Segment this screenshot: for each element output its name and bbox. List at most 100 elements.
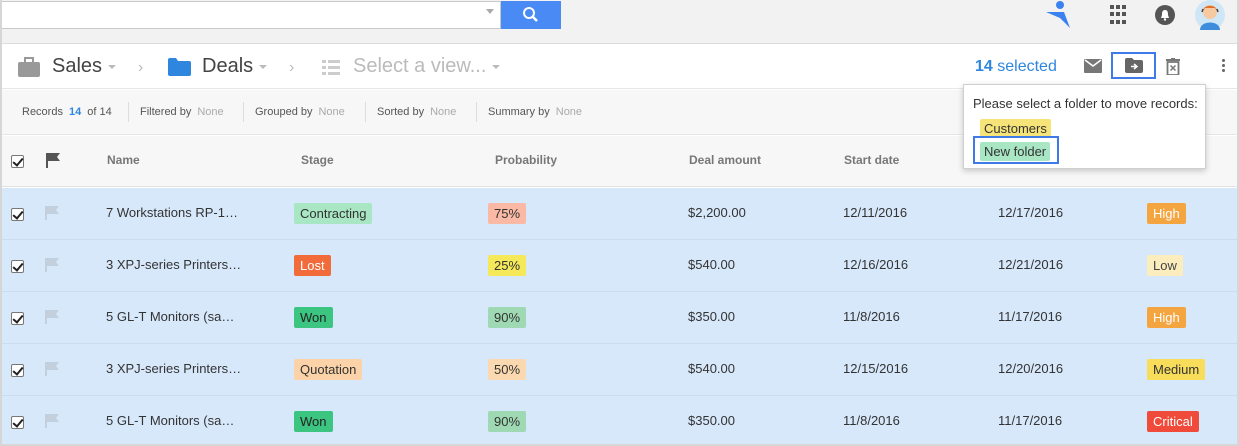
search-input[interactable]	[2, 1, 501, 29]
breadcrumb: Sales › Deals › Select a view... 14 sele…	[2, 45, 1237, 89]
divider	[128, 102, 129, 122]
table-row[interactable]: 3 XPJ-series Printers… Quotation 50% $54…	[2, 344, 1237, 396]
records-total: of 14	[87, 106, 112, 118]
probability-badge: 75%	[488, 203, 527, 224]
records-count: Records 14 of 14	[22, 106, 112, 118]
filtered-by-value: None	[197, 106, 224, 118]
deal-amount: $2,200.00	[688, 205, 746, 220]
apps-grid-icon[interactable]	[1110, 5, 1130, 25]
selected-count-label: selected	[997, 58, 1057, 75]
end-date: 11/17/2016	[998, 309, 1063, 324]
table-row[interactable]: 5 GL-T Monitors (sa… Won 90% $350.00 11/…	[2, 292, 1237, 344]
briefcase-icon	[18, 57, 40, 77]
stage-badge: Won	[294, 307, 333, 328]
sorted-by-value: None	[430, 106, 457, 118]
probability-badge: 90%	[488, 307, 527, 328]
flag-icon[interactable]	[45, 206, 59, 220]
delete-icon	[1166, 57, 1180, 75]
search-icon	[523, 7, 538, 22]
end-date: 11/17/2016	[998, 413, 1063, 428]
summary-by[interactable]: Summary by None	[488, 106, 582, 118]
priority-badge: Medium	[1147, 359, 1206, 380]
probability-badge: 25%	[488, 255, 527, 276]
folder-icon	[168, 58, 191, 76]
priority-badge: Low	[1147, 255, 1183, 276]
summary-by-value: None	[555, 106, 583, 118]
priority-badge: High	[1147, 203, 1186, 224]
divider	[365, 102, 366, 122]
search-dropdown-caret-icon[interactable]	[486, 9, 494, 14]
start-date: 12/11/2016	[843, 205, 908, 220]
grouped-by[interactable]: Grouped by None	[255, 106, 345, 118]
summary-by-label: Summary by	[488, 106, 550, 118]
flag-icon[interactable]	[45, 258, 59, 272]
deal-amount: $540.00	[688, 361, 735, 376]
select-all-checkbox[interactable]	[11, 155, 24, 168]
deal-name[interactable]: 5 GL-T Monitors (sa…	[106, 309, 234, 324]
grouped-by-label: Grouped by	[255, 106, 313, 118]
breadcrumb-sales-label: Sales	[52, 55, 103, 77]
filtered-by-label: Filtered by	[140, 106, 192, 118]
column-header-start-date[interactable]: Start date	[844, 153, 899, 167]
breadcrumb-deals[interactable]: Deals	[202, 55, 268, 78]
breadcrumb-sales[interactable]: Sales	[52, 55, 117, 78]
user-avatar[interactable]	[1195, 0, 1225, 30]
stage-badge: Contracting	[294, 203, 373, 224]
row-checkbox[interactable]	[11, 260, 24, 273]
deal-name[interactable]: 5 GL-T Monitors (sa…	[106, 413, 234, 428]
brand-logo-icon[interactable]	[1044, 0, 1076, 30]
move-to-folder-button[interactable]	[1111, 52, 1156, 79]
divider	[476, 102, 477, 122]
stage-badge: Won	[294, 411, 333, 432]
move-to-folder-icon	[1124, 58, 1143, 73]
row-checkbox[interactable]	[11, 312, 24, 325]
breadcrumb-deals-label: Deals	[202, 55, 254, 77]
sorted-by[interactable]: Sorted by None	[377, 106, 456, 118]
send-mail-button[interactable]	[1078, 53, 1108, 79]
flag-icon[interactable]	[45, 414, 59, 428]
delete-button[interactable]	[1158, 53, 1188, 79]
row-checkbox[interactable]	[11, 416, 24, 429]
records-count-number: 14	[68, 106, 82, 118]
deal-amount: $540.00	[688, 257, 735, 272]
folder-option-new-folder[interactable]: New folder	[980, 142, 1051, 161]
deal-name[interactable]: 3 XPJ-series Printers…	[106, 257, 241, 272]
notifications-bell-icon[interactable]	[1155, 5, 1175, 25]
table-row[interactable]: 7 Workstations RP-1… Contracting 75% $2,…	[2, 188, 1237, 240]
selected-count-number: 14	[975, 58, 993, 75]
column-header-probability[interactable]: Probability	[495, 153, 557, 167]
stage-badge: Quotation	[294, 359, 363, 380]
deal-amount: $350.00	[688, 413, 735, 428]
chevron-down-icon	[492, 64, 501, 69]
column-header-deal-amount[interactable]: Deal amount	[689, 153, 761, 167]
flag-icon[interactable]	[45, 362, 59, 376]
view-selector[interactable]: Select a view...	[353, 55, 501, 78]
table-row[interactable]: 5 GL-T Monitors (sa… Won 90% $350.00 11/…	[2, 396, 1237, 444]
probability-badge: 50%	[488, 359, 527, 380]
probability-badge: 90%	[488, 411, 527, 432]
flag-icon[interactable]	[46, 153, 60, 168]
row-checkbox[interactable]	[11, 208, 24, 221]
deal-name[interactable]: 3 XPJ-series Printers…	[106, 361, 241, 376]
start-date: 11/8/2016	[843, 413, 900, 428]
popup-message: Please select a folder to move records:	[973, 96, 1198, 111]
end-date: 12/21/2016	[998, 257, 1064, 272]
search-button[interactable]	[501, 1, 561, 29]
flag-icon[interactable]	[45, 310, 59, 324]
priority-badge: Critical	[1147, 411, 1199, 432]
more-vert-icon[interactable]	[1222, 59, 1226, 74]
table-row[interactable]: 3 XPJ-series Printers… Lost 25% $540.00 …	[2, 240, 1237, 292]
deal-amount: $350.00	[688, 309, 735, 324]
deal-name[interactable]: 7 Workstations RP-1…	[106, 205, 238, 220]
row-checkbox[interactable]	[11, 364, 24, 377]
move-to-folder-popup: Please select a folder to move records: …	[963, 84, 1206, 169]
end-date: 12/17/2016	[998, 205, 1064, 220]
view-selector-label: Select a view...	[353, 55, 487, 77]
start-date: 12/15/2016	[843, 361, 909, 376]
end-date: 12/20/2016	[998, 361, 1064, 376]
column-header-name[interactable]: Name	[107, 153, 140, 167]
filtered-by[interactable]: Filtered by None	[140, 106, 224, 118]
chevron-down-icon	[259, 64, 268, 69]
stage-badge: Lost	[294, 255, 331, 276]
column-header-stage[interactable]: Stage	[301, 153, 334, 167]
